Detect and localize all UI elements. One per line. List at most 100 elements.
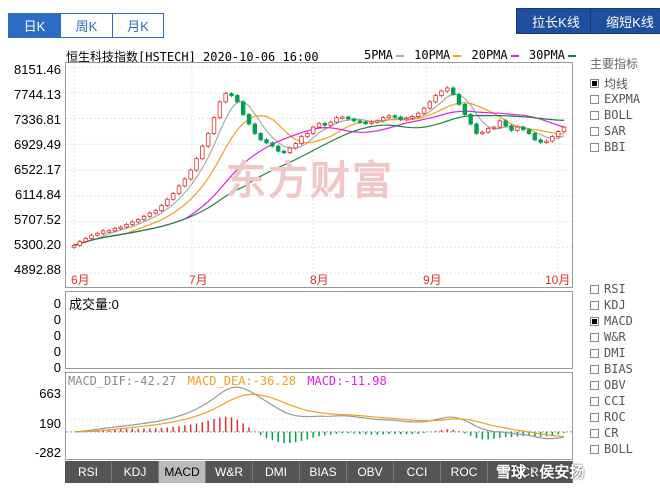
candle-body [544, 140, 549, 143]
main-indicator-boll[interactable]: BOLL [590, 107, 658, 123]
checkbox-icon[interactable] [590, 284, 599, 294]
tab-cci[interactable]: CCI [394, 461, 441, 483]
checkbox-icon[interactable] [590, 412, 599, 422]
candle-body [345, 116, 351, 120]
checkbox-icon[interactable] [590, 316, 599, 326]
sub-indicator-dmi[interactable]: DMI [590, 345, 658, 361]
candle-body [474, 123, 479, 134]
candle-body [71, 244, 77, 248]
candle-body [316, 122, 322, 128]
candle-body [77, 241, 83, 246]
candle-body [159, 205, 164, 211]
candle-body [235, 95, 240, 103]
candle-body [427, 101, 433, 109]
candle-body [398, 116, 403, 120]
tab-wr[interactable]: W&R [206, 461, 253, 483]
volume-panel[interactable]: 成交量:0 [65, 291, 573, 369]
sub-indicator-cci[interactable]: CCI [590, 393, 658, 409]
indicator-label: OBV [604, 378, 626, 392]
checkbox-icon[interactable] [590, 110, 599, 120]
month-label: 7月 [189, 273, 208, 287]
candle-body [89, 234, 94, 239]
candle-body [188, 169, 193, 180]
tab-obv[interactable]: OBV [347, 461, 394, 483]
candle-body [130, 221, 135, 225]
candle-body [450, 87, 456, 95]
checkbox-icon[interactable] [590, 142, 599, 152]
stretch-kline-button[interactable]: 拉长K线 [516, 8, 596, 34]
candle-body [468, 114, 473, 125]
main-indicator-sar[interactable]: SAR [590, 123, 658, 139]
price-tick: 5300.20 [14, 237, 61, 252]
candle-body [141, 215, 147, 220]
sub-indicator-cr[interactable]: CR [590, 425, 658, 441]
tab-kdj[interactable]: KDJ [112, 461, 159, 483]
tab-daily[interactable]: 日K [8, 13, 60, 38]
checkbox-icon[interactable] [590, 348, 599, 358]
price-tick: 6929.49 [14, 137, 61, 152]
candle-body [264, 139, 269, 144]
indicator-label: W&R [604, 330, 626, 344]
macd-tick: 663 [39, 386, 61, 401]
sub-indicator-boll[interactable]: BOLL [590, 441, 658, 457]
ma10-label: 10PMA [414, 48, 451, 62]
candle-body [211, 117, 217, 134]
candle-body [118, 226, 123, 229]
sub-indicator-kdj[interactable]: KDJ [590, 297, 658, 313]
sub-indicator-roc[interactable]: ROC [590, 409, 658, 425]
tab-rsi[interactable]: RSI [65, 461, 112, 483]
checkbox-icon[interactable] [590, 364, 599, 374]
month-label: 8月 [310, 273, 329, 287]
checkbox-icon[interactable] [590, 126, 599, 136]
tab-monthly[interactable]: 月K [112, 13, 164, 38]
tab-macd[interactable]: MACD [159, 461, 206, 483]
checkbox-icon[interactable] [590, 444, 599, 454]
indicator-label: EXPMA [604, 92, 641, 106]
candle-body [305, 133, 310, 138]
candle-body [240, 101, 246, 115]
shrink-kline-button[interactable]: 缩短K线 [590, 8, 660, 34]
tab-roc[interactable]: ROC [441, 461, 488, 483]
checkbox-icon[interactable] [590, 78, 599, 88]
main-indicator-[interactable]: 均线 [590, 75, 658, 91]
price-chart-panel[interactable]: 东方财富 [65, 62, 573, 288]
checkbox-icon[interactable] [590, 94, 599, 104]
candle-body [380, 117, 386, 122]
checkbox-icon[interactable] [590, 428, 599, 438]
volume-tick: 0 [53, 344, 61, 359]
checkbox-icon[interactable] [590, 380, 599, 390]
price-tick: 4892.88 [14, 262, 61, 277]
sub-indicator-rsi[interactable]: RSI [590, 281, 658, 297]
candle-body [135, 219, 141, 223]
macd-panel[interactable]: MACD_DIF:-42.27 MACD_DEA:-36.28 MACD:-11… [65, 372, 573, 460]
ma-legend: 5PMA 10PMA 20PMA 30PMA [364, 48, 579, 62]
sub-indicator-bias[interactable]: BIAS [590, 361, 658, 377]
candle-body [200, 145, 205, 160]
candle-body [223, 93, 228, 103]
indicator-label: MACD [604, 314, 633, 328]
checkbox-icon[interactable] [590, 396, 599, 406]
candle-body [526, 129, 532, 134]
sub-indicator-obv[interactable]: OBV [590, 377, 658, 393]
tab-weekly[interactable]: 周K [60, 13, 112, 38]
candle-body [550, 136, 555, 142]
sub-indicator-macd[interactable]: MACD [590, 313, 658, 329]
main-indicator-expma[interactable]: EXPMA [590, 91, 658, 107]
volume-tick: 0 [53, 312, 61, 327]
footer-watermark: 雪球 : 侯安扬 [496, 464, 585, 481]
candle-body [351, 118, 357, 122]
indicator-label: BBI [604, 140, 626, 154]
tab-bias[interactable]: BIAS [300, 461, 347, 483]
candle-body [421, 107, 427, 114]
main-indicator-bbi[interactable]: BBI [590, 139, 658, 155]
checkbox-icon[interactable] [590, 332, 599, 342]
volume-tick: 0 [53, 360, 61, 375]
checkbox-icon[interactable] [590, 300, 599, 310]
price-tick: 5707.52 [14, 212, 61, 227]
price-tick: 6114.84 [14, 187, 61, 202]
tab-dmi[interactable]: DMI [253, 461, 300, 483]
indicator-label: DMI [604, 346, 626, 360]
sub-indicator-wr[interactable]: W&R [590, 329, 658, 345]
price-tick: 7336.81 [14, 112, 61, 127]
candle-body [340, 116, 345, 119]
